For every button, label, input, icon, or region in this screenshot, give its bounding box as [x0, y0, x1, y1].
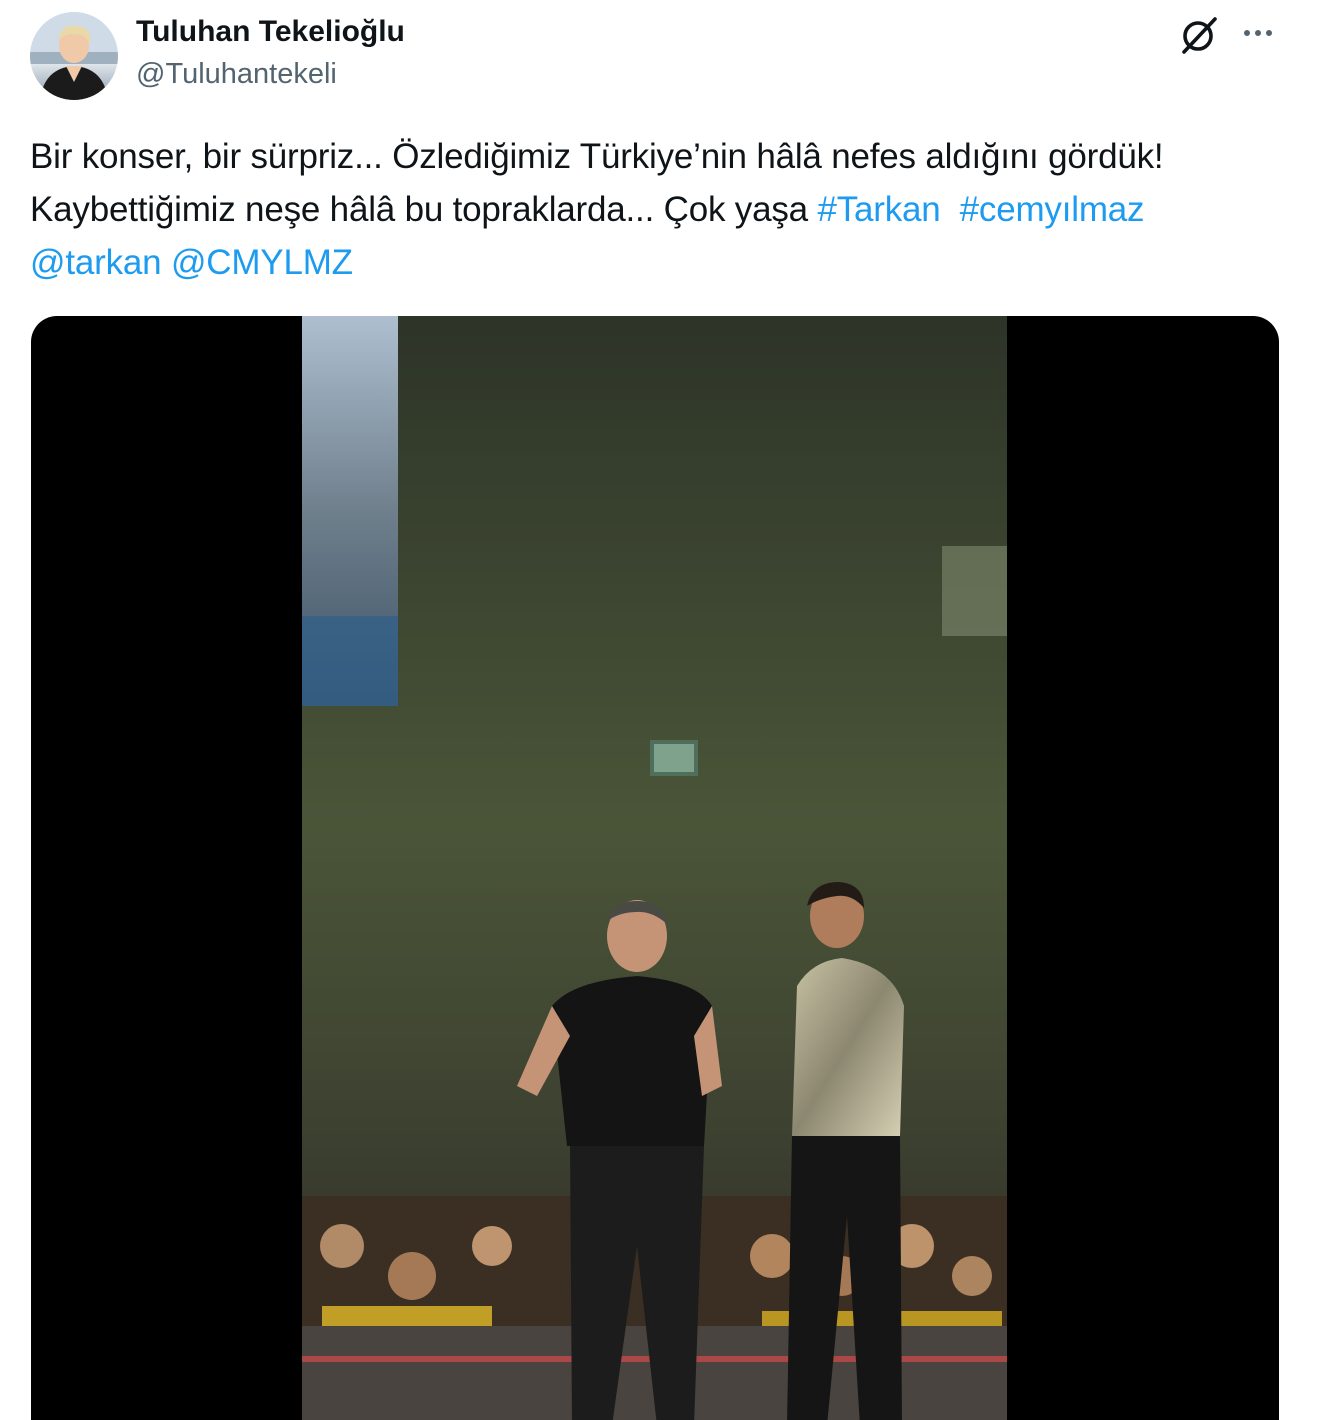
tweet: Tuluhan Tekelioğlu @Tuluhantekeli Bir ko…	[0, 0, 1320, 1420]
mention-cmylmz[interactable]: @CMYLMZ	[171, 243, 353, 282]
hashtag-cemyilmaz[interactable]: #cemyılmaz	[960, 190, 1145, 229]
video-player[interactable]	[31, 316, 1279, 1420]
more-options-icon[interactable]	[1240, 18, 1276, 48]
user-handle[interactable]: @Tuluhantekeli	[136, 54, 405, 94]
mention-tarkan[interactable]: @tarkan	[30, 243, 162, 282]
tweet-text-line-1: Bir konser, bir sürpriz... Özlediğimiz T…	[30, 137, 1164, 176]
author-info: Tuluhan Tekelioğlu @Tuluhantekeli	[136, 12, 405, 94]
display-name[interactable]: Tuluhan Tekelioğlu	[136, 12, 405, 52]
hashtag-tarkan[interactable]: #Tarkan	[817, 190, 940, 229]
avatar[interactable]	[30, 12, 118, 100]
tweet-text-line-2: Kaybettiğimiz neşe hâlâ bu topraklarda..…	[30, 190, 818, 229]
tweet-text: Bir konser, bir sürpriz... Özlediğimiz T…	[30, 130, 1290, 289]
grok-icon[interactable]	[1178, 14, 1220, 56]
video-frame	[302, 316, 1007, 1420]
